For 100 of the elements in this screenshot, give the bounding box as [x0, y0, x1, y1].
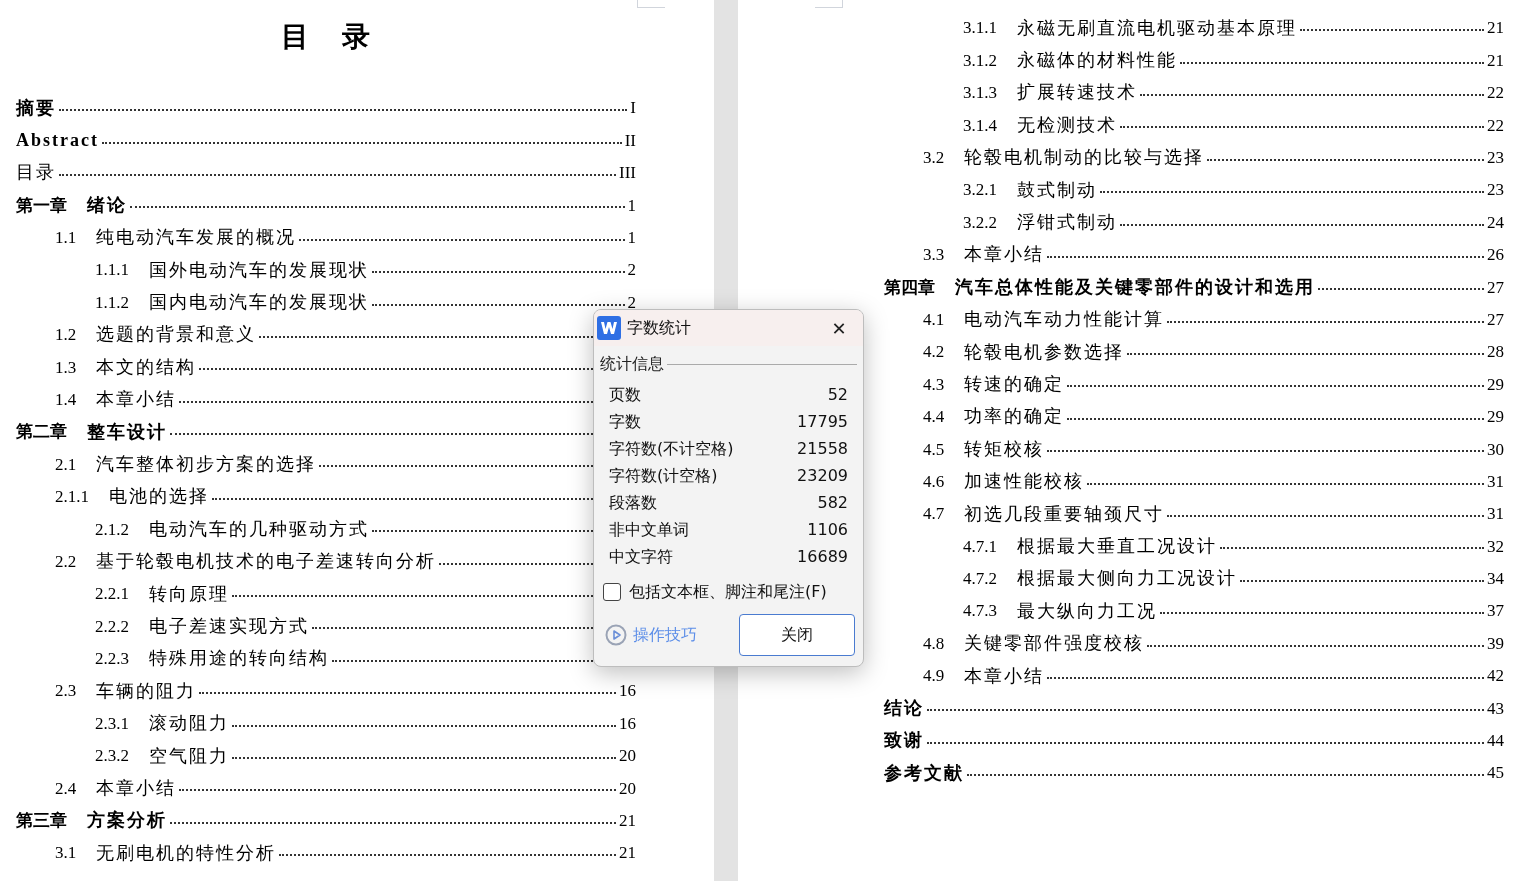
page-number: 16 [619, 680, 636, 703]
entry-title: 致谢 [884, 729, 924, 753]
entry-title: 转速的确定 [964, 373, 1065, 396]
section-number: 2.2.3 [95, 648, 129, 671]
section-number: 2.2 [55, 550, 77, 573]
entry-title: 轮毂电机参数选择 [964, 340, 1125, 364]
page-number: 42 [1487, 665, 1504, 688]
page-number: 43 [1487, 697, 1504, 720]
page-number: 20 [619, 745, 636, 768]
entry-title: 转矩校核 [964, 437, 1045, 461]
section-number: 2.1.1 [55, 486, 89, 509]
entry-title: 关键零部件强度校核 [964, 632, 1145, 656]
stat-label: 字符数(计空格) [609, 464, 718, 487]
entry-title: Abstract [16, 129, 99, 153]
entry-title: 最大纵向力工况 [1017, 599, 1157, 623]
entry-title: 鼓式制动 [1017, 178, 1097, 202]
entry-title: 空气阻力 [149, 744, 229, 768]
page-number: 45 [1487, 762, 1504, 785]
section-number: 2.3.1 [95, 712, 129, 735]
page-number: 22 [1487, 82, 1504, 105]
section-number: 2.2.1 [95, 583, 129, 606]
entry-title: 电动汽车动力性能计算 [964, 308, 1165, 332]
stat-label: 页数 [609, 383, 641, 406]
section-number: 3.2 [923, 147, 945, 169]
page-number: 26 [1487, 244, 1504, 267]
page-number: 37 [1487, 600, 1504, 623]
section-number: 2.3 [55, 680, 77, 703]
page-number: 30 [1487, 438, 1504, 461]
entry-title: 永磁无刷直流电机驱动基本原理 [1017, 16, 1297, 40]
stat-label: 非中文单词 [609, 518, 689, 541]
entry-title: 纯电动汽车发展的概况 [96, 226, 297, 250]
stat-label: 段落数 [609, 491, 657, 514]
page-number: 27 [1487, 276, 1504, 299]
entry-title: 功率的确定 [964, 405, 1065, 429]
entry-title: 浮钳式制动 [1017, 211, 1117, 235]
section-number: 2.1.2 [95, 518, 129, 541]
close-button[interactable]: ✕ [825, 314, 853, 342]
section-number: 4.7.2 [963, 568, 997, 591]
entry-title: 国内电动汽车的发展现状 [149, 291, 369, 315]
entry-title: 车辆的阻力 [96, 679, 197, 703]
section-number: 1.2 [55, 324, 77, 347]
entry-title: 本章小结 [96, 388, 177, 412]
section-number: 4.9 [923, 665, 945, 688]
corner-mark [637, 0, 665, 8]
section-number: 2.1 [55, 453, 77, 476]
section-number: 4.3 [923, 373, 945, 396]
page-number: III [619, 162, 636, 185]
section-number: 3.1.1 [963, 17, 997, 40]
entry-title: 基于轮毂电机技术的电子差速转向分析 [96, 550, 437, 574]
section-number: 1.3 [55, 356, 77, 379]
section-number: 4.2 [923, 341, 945, 364]
entry-title: 本章小结 [96, 776, 177, 800]
entry-title: 选题的背景和意义 [96, 323, 257, 347]
entry-title: 加速性能校核 [964, 470, 1085, 494]
stat-value: 21558 [797, 437, 848, 460]
page-number: 31 [1487, 470, 1504, 493]
section-number: 4.7 [923, 503, 945, 526]
section-number: 4.8 [923, 632, 945, 655]
entry-title: 本章小结 [964, 243, 1045, 267]
checkbox-label[interactable]: 包括文本框、脚注和尾注(F) [629, 580, 827, 604]
entry-title: 汽车整体初步方案的选择 [96, 453, 317, 476]
stat-value: 1106 [807, 518, 848, 541]
page-number: 2 [627, 259, 636, 282]
page-number: II [624, 129, 636, 152]
section-number: 3.2.2 [963, 211, 997, 234]
page-number: 27 [1487, 308, 1504, 331]
entry-title: 初选几段重要轴颈尺寸 [964, 502, 1165, 526]
section-number: 1.4 [55, 388, 77, 411]
section-number: 2.3.2 [95, 745, 129, 768]
chapter-number: 第二章 [16, 421, 67, 444]
page-number: 22 [1487, 114, 1504, 137]
entry-title: 根据最大侧向力工况设计 [1017, 567, 1237, 591]
page-number: 1 [627, 194, 636, 217]
page-number: 31 [1487, 503, 1504, 526]
page-number: 16 [619, 712, 636, 735]
page-number: 39 [1487, 632, 1504, 655]
entry-title: 绪论 [87, 193, 127, 217]
section-number: 1.1 [55, 227, 77, 249]
checkbox[interactable] [603, 583, 621, 601]
chapter-number: 第四章 [884, 276, 935, 299]
entry-title: 电子差速实现方式 [149, 614, 309, 638]
page-number: 2 [627, 291, 636, 314]
entry-title: 永磁体的材料性能 [1017, 49, 1177, 73]
entry-title: 本章小结 [964, 664, 1045, 688]
entry-title: 方案分析 [87, 809, 167, 833]
chapter-number: 第一章 [16, 194, 67, 217]
entry-title: 滚动阻力 [149, 712, 229, 736]
section-number: 3.1 [55, 842, 77, 865]
close-dialog-button[interactable]: 关闭 [739, 614, 855, 656]
section-number: 3.1.3 [963, 82, 997, 105]
entry-title: 本文的结构 [96, 355, 197, 379]
entry-title: 电动汽车的几种驱动方式 [149, 517, 369, 541]
section-number: 4.1 [923, 308, 945, 331]
page-number: 24 [1487, 211, 1504, 234]
page-number: 21 [619, 842, 636, 865]
section-number: 4.6 [923, 470, 945, 493]
stat-label: 字符数(不计空格) [609, 437, 734, 460]
section-number: 1.1.1 [95, 259, 129, 282]
entry-title: 特殊用途的转向结构 [149, 647, 329, 671]
entry-title: 无刷电机的特性分析 [96, 841, 277, 865]
